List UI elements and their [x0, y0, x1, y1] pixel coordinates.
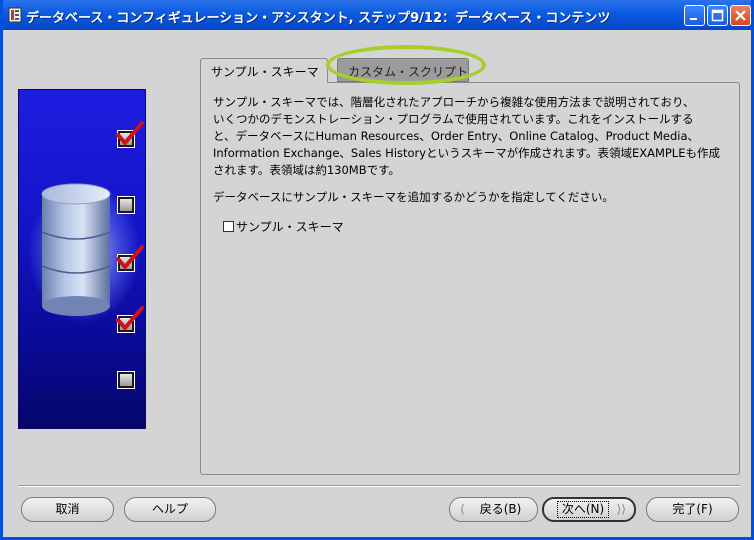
finish-button[interactable]: 完了(F)	[646, 497, 739, 522]
tab-content-panel: サンプル・スキーマでは、階層化されたアプローチから複雑な使用方法まで説明されてお…	[200, 82, 740, 475]
sample-schemas-checkbox-row[interactable]: サンプル・スキーマ	[223, 218, 344, 235]
description-text: サンプル・スキーマでは、階層化されたアプローチから複雑な使用方法まで説明されてお…	[213, 94, 725, 179]
description-line: と、データベースにHuman Resources、Order Entry、Onl…	[213, 129, 700, 143]
app-icon	[7, 7, 23, 23]
highlight-annotation	[326, 45, 486, 85]
window-title: データベース・コンフィギュレーション・アシスタント, ステップ9/12：データベ…	[26, 11, 611, 26]
close-icon	[735, 10, 746, 21]
close-button[interactable]	[730, 5, 751, 26]
database-cylinder-icon	[41, 183, 111, 316]
tab-sample-schemas[interactable]: サンプル・スキーマ	[200, 58, 328, 83]
maximize-icon	[711, 9, 724, 22]
checkmark-icon	[116, 306, 144, 332]
description-line: いくつかのデモンストレーション・プログラムで使用されています。これをインストール…	[213, 112, 694, 126]
maximize-button[interactable]	[707, 5, 728, 26]
next-button[interactable]: 次へ(N) ⟩⟩	[542, 497, 636, 522]
dbca-window: データベース・コンフィギュレーション・アシスタント, ステップ9/12：データベ…	[0, 0, 754, 540]
description-line: サンプル・スキーマでは、階層化されたアプローチから複雑な使用方法まで説明されてお…	[213, 95, 695, 109]
description-line: Information Exchange、Sales Historyというスキー…	[213, 146, 720, 160]
wizard-graphic-panel	[18, 89, 146, 429]
step-indicator	[117, 371, 135, 389]
checkbox-label: サンプル・スキーマ	[236, 220, 344, 234]
step-indicator	[117, 196, 135, 214]
minimize-button[interactable]	[684, 5, 705, 26]
description-line: されます。表領域は約130MBです。	[213, 163, 400, 177]
button-separator	[18, 485, 740, 487]
checkmark-icon	[116, 121, 144, 147]
help-button[interactable]: ヘルプ	[124, 497, 216, 522]
title-bar[interactable]: データベース・コンフィギュレーション・アシスタント, ステップ9/12：データベ…	[3, 0, 751, 30]
next-label: 次へ(N)	[556, 501, 610, 518]
checkmark-icon	[116, 245, 144, 271]
back-button[interactable]: ⟨ 戻る(B)	[449, 497, 538, 522]
sample-schemas-checkbox[interactable]	[223, 221, 234, 232]
cancel-button[interactable]: 取消	[21, 497, 114, 522]
prompt-text: データベースにサンプル・スキーマを追加するかどうかを指定してください。	[213, 190, 614, 204]
next-arrow-icon: ⟩⟩	[616, 502, 626, 516]
back-label: 戻る(B)	[479, 502, 522, 516]
minimize-icon	[690, 18, 697, 20]
back-arrow-icon: ⟨	[460, 502, 465, 516]
